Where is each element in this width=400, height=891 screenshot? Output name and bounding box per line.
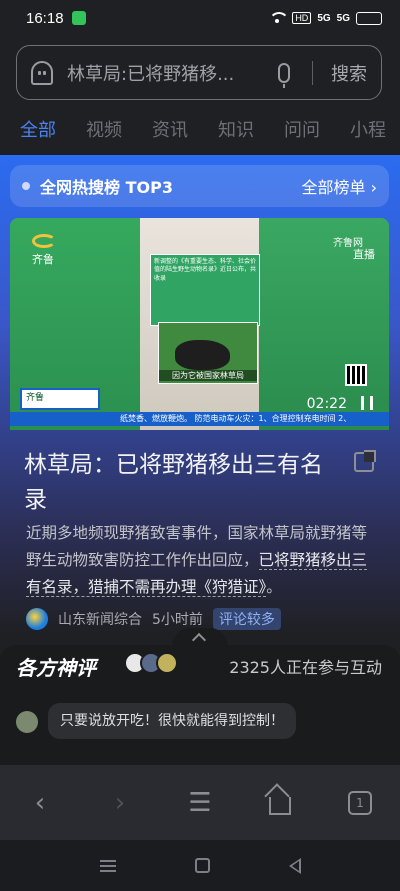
tab-all[interactable]: 全部	[20, 116, 56, 152]
clock: 16:18	[26, 9, 64, 27]
tabs-button[interactable]: 1	[340, 783, 380, 823]
ghost-icon	[31, 60, 53, 85]
back-nav-icon[interactable]	[288, 857, 301, 874]
article-headline[interactable]: 林草局：已将野猪移出三有名录	[24, 448, 344, 518]
menu-button[interactable]: ☰	[180, 783, 220, 823]
news-card: 新调整的《有重要生态、科学、社会价值的陆生野生动物名录》近日公布，共收录	[150, 254, 260, 326]
hot-search-bar[interactable]: 全网热搜榜 TOP3 全部榜单 ›	[10, 165, 389, 207]
browser-toolbar: ‹ › ☰ 1	[0, 765, 400, 840]
tab-mini-program[interactable]: 小程	[350, 116, 386, 152]
wifi-icon	[268, 12, 290, 24]
tab-qa[interactable]: 问问	[284, 116, 320, 152]
hot-dot-icon	[22, 182, 30, 190]
back-button[interactable]: ‹	[20, 783, 60, 823]
divider	[312, 60, 313, 85]
publish-time: 5小时前	[152, 612, 203, 628]
search-input[interactable]: 林草局:已将野猪移...	[67, 60, 257, 86]
source-name[interactable]: 山东新闻综合	[58, 609, 142, 629]
search-bar[interactable]: 林草局:已将野猪移... 搜索	[16, 45, 382, 100]
pause-icon[interactable]	[361, 396, 373, 410]
article-source: 山东新闻综合 5小时前 评论较多	[26, 608, 281, 630]
status-icons: HD 5G 5G	[268, 11, 382, 25]
article-summary[interactable]: 近期多地频现野猪致害事件，国家林草局就野猪等野生动物致害防控工作作出回应，已将野…	[26, 520, 376, 601]
commenter-avatar	[16, 711, 38, 733]
hot-comments-badge: 评论较多	[212, 608, 281, 630]
category-tabs: 全部 视频 资讯 知识 问问 小程	[0, 116, 400, 152]
microphone-icon[interactable]	[278, 62, 290, 88]
video-player[interactable]: 齐鲁 齐鲁网 直播 新调整的《有重要生态、科学、社会价值的陆生野生动物名录》近日…	[10, 218, 389, 430]
qr-code	[345, 364, 367, 386]
source-avatar	[26, 608, 48, 630]
summary-end: 。	[266, 578, 282, 596]
signal-icon-1: 5G	[317, 12, 331, 24]
home-nav-icon[interactable]	[194, 858, 210, 873]
message-notification-icon	[71, 11, 86, 25]
video-duration: 02:22	[306, 396, 347, 412]
tv-station-logo: 齐鲁	[20, 388, 100, 410]
forward-button[interactable]: ›	[100, 783, 140, 823]
live-label: 直播	[353, 248, 375, 261]
signal-icon-2: 5G	[336, 12, 350, 24]
battery-icon	[356, 11, 382, 25]
news-ticker: 纸焚香、燃放鞭炮。 防范电动车火灾：1、合理控制充电时间 2、	[10, 412, 389, 426]
hot-search-title: 全网热搜榜 TOP3	[40, 178, 173, 197]
tab-news[interactable]: 资讯	[152, 116, 188, 152]
comment-bubble[interactable]: 只要说放开吃！很快就能得到控制！	[48, 703, 296, 739]
home-button[interactable]	[260, 783, 300, 823]
share-icon[interactable]	[354, 450, 376, 472]
expand-up-icon[interactable]	[172, 628, 228, 646]
full-ranking-link[interactable]: 全部榜单 ›	[302, 174, 378, 198]
tab-video[interactable]: 视频	[86, 116, 122, 152]
participant-avatars	[124, 652, 178, 674]
comments-title: 各方神评	[16, 656, 96, 680]
tab-knowledge[interactable]: 知识	[218, 116, 254, 152]
system-nav-bar	[0, 840, 400, 891]
recent-apps-icon[interactable]	[99, 859, 116, 872]
search-button[interactable]: 搜索	[331, 60, 367, 86]
participant-count: 2325人正在参与互动	[229, 658, 382, 677]
home-icon	[269, 796, 291, 815]
wild-boar-image	[175, 340, 230, 370]
channel-logo: 齐鲁	[32, 234, 56, 267]
tab-count: 1	[348, 790, 372, 815]
hd-icon: HD	[292, 12, 312, 24]
video-caption: 因为它被国家林草局	[159, 370, 257, 381]
status-bar: 16:18 HD 5G 5G	[0, 0, 400, 36]
